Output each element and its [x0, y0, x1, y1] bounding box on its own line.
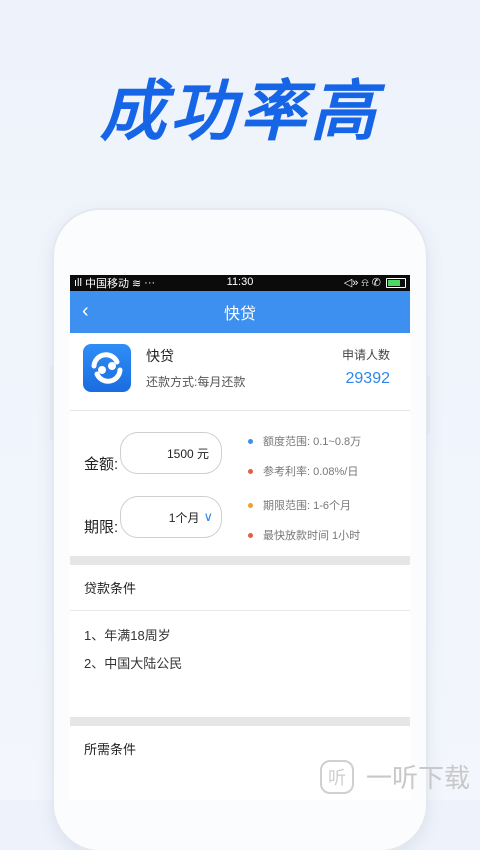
- apply-count-value: 29392: [345, 370, 391, 387]
- watermark-text: 一听下载: [366, 763, 471, 793]
- back-icon[interactable]: ‹: [82, 300, 89, 323]
- section-divider: [70, 556, 410, 565]
- app-bar: ‹ 快贷: [70, 291, 410, 333]
- info-rate: 参考利率: 0.08%/日: [248, 463, 358, 479]
- dot-icon: [248, 438, 253, 444]
- app-bar-title: 快贷: [223, 306, 256, 323]
- dot-icon: [248, 532, 253, 538]
- promo-headline: 成功率高: [100, 73, 380, 150]
- repay-method: 还款方式:每月还款: [146, 375, 246, 389]
- loan-conditions-title: 贷款条件: [70, 565, 410, 611]
- list-item: 2、中国大陆公民: [84, 656, 183, 671]
- info-fastest-payout: 最快放款时间 1小时: [248, 527, 360, 543]
- phone-side-button-left: [50, 365, 54, 440]
- amount-input[interactable]: 1500 元: [120, 432, 222, 474]
- product-logo-icon: [83, 344, 131, 392]
- term-label: 期限:: [84, 519, 119, 536]
- amount-value: 1500 元: [166, 446, 209, 461]
- battery-icon: [386, 278, 406, 288]
- list-item: 1、年满18周岁: [84, 628, 171, 643]
- chevron-down-icon: ∨: [203, 509, 213, 524]
- loan-calculator: 金额: 1500 元 期限: 1个月 ∨ 额度范围: 0.1~0.8万 参考利率…: [70, 411, 410, 556]
- section-divider: [70, 717, 410, 726]
- info-term-range: 期限范围: 1-6个月: [248, 497, 351, 513]
- status-bar: ıll 中国移动 ≋ ··· 11:30 ◁» ⍾ ✆: [70, 275, 410, 291]
- dot-icon: [248, 468, 253, 474]
- apply-count-label: 申请人数: [341, 348, 390, 362]
- dot-icon: [248, 502, 253, 508]
- status-time: 11:30: [226, 276, 254, 288]
- phone-side-button-right: [426, 375, 430, 435]
- watermark: 听 一听下载: [320, 758, 470, 795]
- loan-conditions-list: 1、年满18周岁 2、中国大陆公民: [70, 611, 410, 717]
- phone-screen: ıll 中国移动 ≋ ··· 11:30 ◁» ⍾ ✆ ‹ 快贷 快贷 还款方式…: [70, 275, 410, 800]
- product-header: 快贷 还款方式:每月还款 申请人数 29392: [70, 333, 410, 411]
- term-select[interactable]: 1个月 ∨: [120, 496, 222, 538]
- product-name: 快贷: [146, 348, 174, 364]
- info-amount-range: 额度范围: 0.1~0.8万: [248, 433, 361, 449]
- term-value: 1个月: [168, 510, 200, 525]
- amount-label: 金额:: [84, 456, 119, 473]
- watermark-logo-icon: 听: [320, 759, 354, 794]
